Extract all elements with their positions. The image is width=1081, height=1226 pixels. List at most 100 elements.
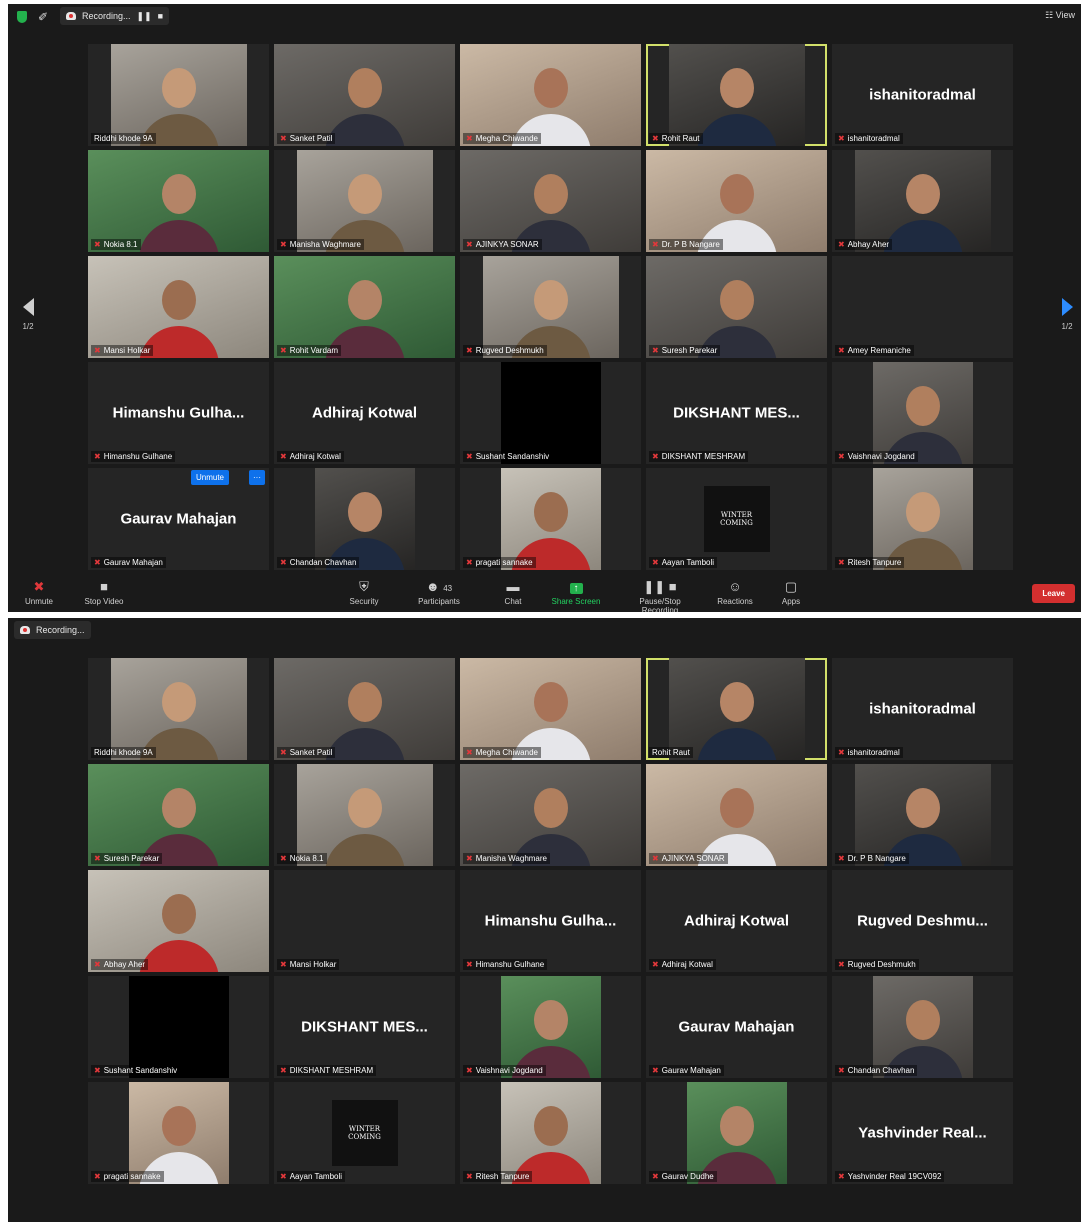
recording-indicator[interactable]: Recording...: [14, 621, 91, 639]
participant-tile[interactable]: ✖ Dr. P B Nangare: [832, 764, 1013, 866]
participant-tile[interactable]: ✖ AJINKYA SONAR: [460, 150, 641, 252]
participant-tile[interactable]: ✖ Sushant Sandanshiv: [460, 362, 641, 464]
person-body: [138, 220, 219, 252]
participant-tile[interactable]: Rohit Raut: [646, 658, 827, 760]
participant-tile[interactable]: ✖ Amey Remaniche: [832, 256, 1013, 358]
participant-tile[interactable]: ✖ Megha Chiwande: [460, 44, 641, 146]
participant-name-label: Riddhi khode 9A: [91, 133, 156, 144]
participant-tile[interactable]: ✖ Chandan Chavhan: [274, 468, 455, 570]
participant-tile[interactable]: Himanshu Gulha... ✖ Himanshu Gulhane: [88, 362, 269, 464]
participant-video: [500, 976, 601, 1078]
person-head: [719, 280, 754, 321]
participant-tile[interactable]: Gaurav Mahajan Unmute ··· ✖ Gaurav Mahajan: [88, 468, 269, 570]
participant-tile[interactable]: ✖ pragati sannake: [460, 468, 641, 570]
participant-tile[interactable]: ✖ Manisha Waghmare: [460, 764, 641, 866]
muted-mic-icon: ✖: [280, 134, 287, 143]
view-button[interactable]: ☷ View: [1045, 10, 1075, 21]
participant-tile[interactable]: ✖ Megha Chiwande: [460, 658, 641, 760]
share-screen-button[interactable]: ↑ Share Screen: [541, 578, 611, 606]
leave-button[interactable]: Leave: [1032, 584, 1075, 603]
participant-name-label: ✖ Ritesh Tanpure: [835, 557, 905, 568]
stop-recording-icon[interactable]: ■: [158, 11, 163, 21]
pause-stop-recording-button[interactable]: ❚❚ ■ Pause/Stop Recording: [620, 578, 700, 612]
participant-tile[interactable]: WINTER COMING ✖ Aayan Tamboli: [274, 1082, 455, 1184]
participant-tile[interactable]: ✖ Gaurav Dudhe: [646, 1082, 827, 1184]
security-button[interactable]: ⛨ Security: [329, 578, 399, 606]
participant-tile[interactable]: ✖ Mansi Holkar: [274, 870, 455, 972]
participant-display-name: Rugved Deshmu...: [857, 912, 988, 930]
participant-tile[interactable]: ✖ Abhay Aher: [88, 870, 269, 972]
participant-tile[interactable]: ✖ pragati sannake: [88, 1082, 269, 1184]
participant-tile[interactable]: ✖ Ritesh Tanpure: [832, 468, 1013, 570]
recording-indicator[interactable]: Recording... ❚❚ ■: [60, 7, 170, 25]
participant-name-label: ✖ Yashvinder Real 19CV092: [835, 1171, 945, 1182]
participant-name-label: ✖ pragati sannake: [463, 557, 536, 568]
participant-tile[interactable]: ✖ Nokia 8.1: [274, 764, 455, 866]
participant-name: Nokia 8.1: [103, 240, 138, 249]
participants-button[interactable]: ☻ 43 Participants: [404, 578, 474, 606]
participant-tile[interactable]: ✖ AJINKYA SONAR: [646, 764, 827, 866]
participant-tile[interactable]: ✖ Mansi Holkar: [88, 256, 269, 358]
participant-name-label: ✖ DIKSHANT MESHRAM: [649, 451, 749, 462]
participant-name: Aayan Tamboli: [289, 1172, 343, 1181]
participant-tile[interactable]: Riddhi khode 9A: [88, 44, 269, 146]
participant-tile[interactable]: ✖ Suresh Parekar: [646, 256, 827, 358]
participant-tile[interactable]: Gaurav Mahajan ✖ Gaurav Mahajan: [646, 976, 827, 1078]
participant-tile[interactable]: ✖ Abhay Aher: [832, 150, 1013, 252]
participant-tile[interactable]: WINTER COMING ✖ Aayan Tamboli: [646, 468, 827, 570]
participant-tile[interactable]: DIKSHANT MES... ✖ DIKSHANT MESHRAM: [274, 976, 455, 1078]
person-head: [533, 280, 568, 321]
arrow-right-icon: [1061, 298, 1073, 316]
participant-tile[interactable]: ✖ Manisha Waghmare: [274, 150, 455, 252]
participant-video: [872, 468, 973, 570]
pause-recording-icon[interactable]: ❚❚: [137, 11, 152, 22]
participant-name: Aayan Tamboli: [661, 558, 715, 567]
participant-tile[interactable]: ishanitoradmal ✖ ishanitoradmal: [832, 658, 1013, 760]
tile-unmute-button[interactable]: Unmute: [190, 470, 229, 485]
participant-tile[interactable]: ✖ Vaishnavi Jogdand: [832, 362, 1013, 464]
participant-tile[interactable]: ✖ Dr. P B Nangare: [646, 150, 827, 252]
muted-mic-icon: ✖: [838, 452, 845, 461]
participant-tile[interactable]: ✖ Rohit Vardam: [274, 256, 455, 358]
person-head: [161, 280, 196, 321]
participant-display-name: ishanitoradmal: [869, 86, 976, 104]
chat-button[interactable]: ▬ Chat: [478, 578, 548, 606]
participant-tile[interactable]: Adhiraj Kotwal ✖ Adhiraj Kotwal: [646, 870, 827, 972]
previous-page-button[interactable]: 1/2: [18, 298, 38, 331]
muted-mic-icon: ✖: [652, 452, 659, 461]
participant-tile[interactable]: ✖ Vaishnavi Jogdand: [460, 976, 641, 1078]
participant-tile[interactable]: ✖ Sushant Sandanshiv: [88, 976, 269, 1078]
person-head: [347, 682, 382, 723]
apps-button[interactable]: ▢ Apps: [756, 578, 826, 606]
winter-coming-wolf-logo: WINTER COMING: [331, 1100, 398, 1166]
participant-name: Mansi Holkar: [103, 346, 151, 355]
participant-video: [296, 150, 433, 252]
participant-tile[interactable]: Riddhi khode 9A: [88, 658, 269, 760]
participant-tile[interactable]: ✖ Sanket Patil: [274, 658, 455, 760]
participant-tile[interactable]: ✖ Rugved Deshmukh: [460, 256, 641, 358]
participant-tile[interactable]: ✖ Sanket Patil: [274, 44, 455, 146]
participant-name-label: ✖ Gaurav Dudhe: [649, 1171, 717, 1182]
participant-display-name: ishanitoradmal: [869, 700, 976, 718]
participant-tile[interactable]: Rugved Deshmu... ✖ Rugved Deshmukh: [832, 870, 1013, 972]
participant-tile[interactable]: ✖ Nokia 8.1: [88, 150, 269, 252]
participant-tile[interactable]: ✖ Suresh Parekar: [88, 764, 269, 866]
participant-tile[interactable]: Himanshu Gulha... ✖ Himanshu Gulhane: [460, 870, 641, 972]
unmute-button[interactable]: ✖ Unmute: [8, 578, 74, 606]
stop-video-button[interactable]: ■ Stop Video: [69, 578, 139, 606]
muted-mic-icon: ✖: [652, 854, 659, 863]
next-page-button[interactable]: 1/2: [1057, 298, 1077, 331]
more-options-button[interactable]: ···: [249, 470, 265, 485]
participant-tile[interactable]: DIKSHANT MES... ✖ DIKSHANT MESHRAM: [646, 362, 827, 464]
participant-name-label: Riddhi khode 9A: [91, 747, 156, 758]
participant-tile[interactable]: ✖ Rohit Raut: [646, 44, 827, 146]
participant-tile[interactable]: Adhiraj Kotwal ✖ Adhiraj Kotwal: [274, 362, 455, 464]
encryption-shield-icon[interactable]: [17, 11, 27, 23]
muted-mic-icon: ✖: [94, 240, 101, 249]
participant-name-label: ✖ Himanshu Gulhane: [91, 451, 176, 462]
participant-tile[interactable]: ishanitoradmal ✖ ishanitoradmal: [832, 44, 1013, 146]
participant-tile[interactable]: ✖ Ritesh Tanpure: [460, 1082, 641, 1184]
muted-mic-icon: ✖: [838, 748, 845, 757]
participant-tile[interactable]: ✖ Chandan Chavhan: [832, 976, 1013, 1078]
participant-tile[interactable]: Yashvinder Real... ✖ Yashvinder Real 19CV0…: [832, 1082, 1013, 1184]
